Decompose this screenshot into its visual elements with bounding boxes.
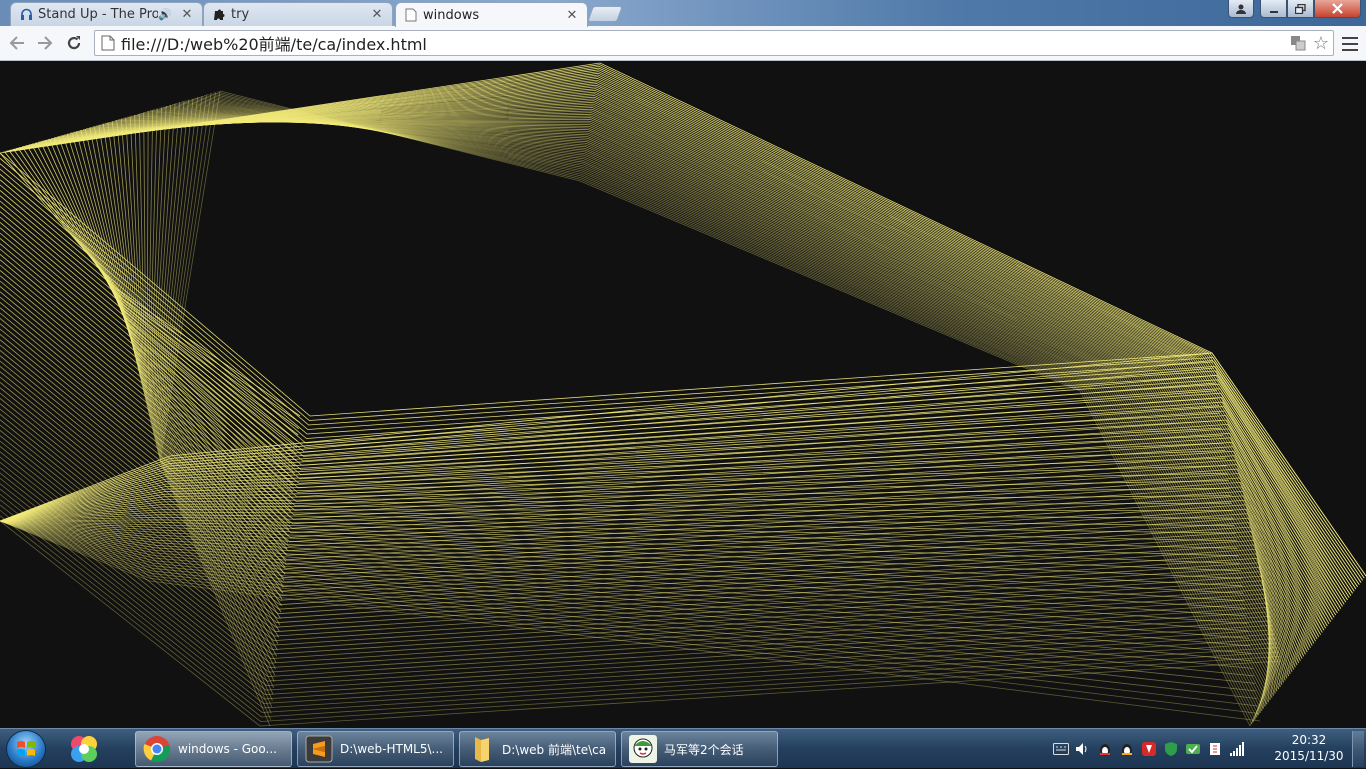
qq-chat-icon [628,734,658,764]
translate-icon[interactable] [1289,34,1307,52]
security-icon[interactable] [1184,740,1202,758]
art-line [0,520,1252,654]
taskbar-clock[interactable]: 20:32 2015/11/30 [1274,732,1344,764]
taskbar-item-label: windows - Goo... [178,742,277,756]
tab-title: windows [423,7,480,23]
page-canvas [0,61,1366,728]
taskbar-item-explorer[interactable]: D:\web 前端\te\ca [459,731,616,767]
new-tab-button[interactable] [587,6,623,22]
line-family [0,152,1366,727]
taskbar-item-chrome[interactable]: windows - Goo... [135,731,292,767]
user-profile-button[interactable] [1228,0,1254,18]
antivirus-icon[interactable] [1140,740,1158,758]
menu-button[interactable] [1340,34,1360,54]
folder-icon [466,734,496,764]
system-tray [1040,729,1270,769]
shield-icon[interactable] [1162,740,1180,758]
back-button[interactable] [5,31,29,55]
pinned-app-icon[interactable] [64,732,104,766]
art-line [71,132,291,518]
puzzle-icon [212,8,226,22]
art-line [0,419,1283,685]
windows-taskbar: windows - Goo... D:\web-HTML5\... D:\web… [0,728,1366,768]
reload-button[interactable] [62,31,86,55]
close-icon[interactable]: ✕ [565,8,579,23]
browser-titlebar: Stand Up - The Prodi 🔊 ✕ try ✕ windows ✕ [0,0,1366,27]
show-desktop-button[interactable] [1352,731,1364,767]
address-bar[interactable]: file:///D:/web%20前端/te/ca/index.html ☆ [94,30,1334,56]
bookmark-star-icon[interactable]: ☆ [1311,33,1331,54]
sublime-text-icon [304,734,334,764]
taskbar-item-label: D:\web 前端\te\ca [502,742,607,757]
network-icon[interactable] [1228,740,1246,758]
tab-windows[interactable]: windows ✕ [395,2,588,27]
tab-try[interactable]: try ✕ [203,2,393,26]
page-icon [404,8,418,22]
start-button[interactable] [6,730,46,768]
art-line [124,117,1301,661]
keyboard-icon[interactable] [1052,740,1070,758]
taskbar-item-sublime[interactable]: D:\web-HTML5\... [297,731,454,767]
qq-penguin-icon[interactable] [1096,740,1114,758]
taskbar-item-label: 马军等2个会话 [664,742,744,757]
browser-toolbar: file:///D:/web%20前端/te/ca/index.html ☆ [0,26,1366,61]
clock-date: 2015/11/30 [1274,749,1344,763]
minimize-button[interactable] [1260,0,1287,18]
taskbar-item-qq[interactable]: 马军等2个会话 [621,731,778,767]
close-window-button[interactable] [1314,0,1361,18]
tab-title: try [231,7,250,22]
volume-icon[interactable] [1074,740,1092,758]
windows-logo-icon [17,741,35,756]
clock-time: 20:32 [1291,733,1327,747]
chrome-icon [142,734,172,764]
forward-button[interactable] [33,31,57,55]
page-icon [97,32,119,54]
taskbar-item-label: D:\web-HTML5\... [340,742,443,756]
close-icon[interactable]: ✕ [180,7,194,22]
action-center-icon[interactable] [1206,740,1224,758]
tab-stand-up[interactable]: Stand Up - The Prodi 🔊 ✕ [10,2,203,26]
tab-title: Stand Up - The Prodi [38,7,159,22]
qq-penguin-icon[interactable] [1118,740,1136,758]
art-line [146,111,1290,677]
art-line [79,105,1325,631]
close-icon[interactable]: ✕ [370,7,384,22]
restore-button[interactable] [1287,0,1314,18]
headphones-icon [19,8,33,22]
url-text[interactable]: file:///D:/web%20前端/te/ca/index.html [121,31,1289,55]
art-line [194,97,1264,709]
speaker-icon[interactable]: 🔊 [158,8,172,21]
line-art-canvas [0,62,1366,727]
